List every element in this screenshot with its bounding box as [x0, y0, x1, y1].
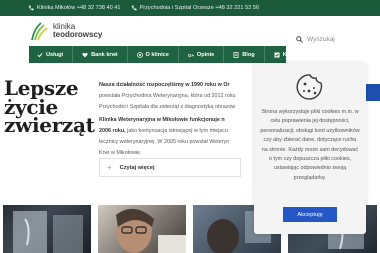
about-p1-line2: powstała Przychodnia Weterynaryjna, któr… [99, 93, 236, 99]
about-p2-line3: lecznicy weterynaryjnej. W 2005 roku pow… [99, 139, 230, 145]
logo-leaf-icon [31, 22, 48, 41]
search-placeholder: Wyszukaj [307, 35, 335, 43]
search-icon [296, 35, 303, 43]
heart-icon [82, 52, 88, 58]
document-icon [233, 51, 239, 58]
nav-label: Blog [242, 51, 255, 58]
hero-heading: Lepsze życie zwierząt [4, 78, 95, 137]
nav-item-opinie[interactable]: G+ Opinie [179, 46, 225, 63]
about-p2-line4: Krwi w Mikołowie. [99, 150, 142, 156]
cookie-message: Strona wykorzystuje pliki cookies m.in. … [260, 109, 360, 181]
nav-label: Opinie [196, 51, 215, 58]
phone-mikolow[interactable]: Klinika Mikołów +48 32 738 40 41 [28, 5, 121, 11]
google-icon: G+ [188, 52, 194, 58]
main-nav: Usługi Bank krwi O klinice G+ Opinie Blo… [29, 46, 304, 63]
about-p2-bold: Klinika Weterynaryjna w Mikołowie funkcj… [99, 117, 225, 123]
top-contact-bar: Klinika Mikołów +48 32 738 40 41 Przycho… [0, 0, 380, 16]
phone-orzesze[interactable]: Przychodnia i Szpital Orzesze +48 32 221… [131, 5, 260, 11]
about-p2-line2: jako kontynuacja istniejącej w tym miejs… [125, 128, 228, 134]
about-p1-line3: Przychodni i Szpitala dla zwierząt z dia… [99, 104, 236, 110]
read-more-button[interactable]: + Czytaj więcej [99, 158, 241, 177]
about-p2-bold2: 2006 roku, [99, 128, 126, 134]
phone-orzesze-label: Przychodnia i Szpital Orzesze +48 32 221… [139, 5, 260, 11]
hero-line3: zwierząt [4, 113, 95, 137]
logo-line2: teodorowscy [53, 30, 103, 39]
phone-icon [28, 5, 34, 11]
info-icon [136, 51, 143, 58]
read-more-label: Czytaj więcej [119, 164, 155, 171]
nav-item-uslugi[interactable]: Usługi [29, 46, 74, 63]
phone-mikolow-label: Klinika Mikołów +48 32 738 40 41 [37, 5, 121, 11]
cookie-consent-dialog: Strona wykorzystuje pliki cookies m.in. … [254, 63, 366, 234]
nav-label: Usługi [46, 51, 64, 58]
nav-label: O klinice [145, 51, 169, 58]
site-logo[interactable]: klinika teodorowscy [29, 21, 102, 41]
cookie-icon [296, 74, 323, 100]
phone-icon [131, 5, 137, 11]
about-p1-bold: Nasza działalność rozpoczęliśmy w 1990 r… [99, 82, 230, 88]
accept-cookies-button[interactable]: Akceptuję [283, 207, 337, 222]
nav-item-bank-krwi[interactable]: Bank krwi [73, 46, 128, 63]
nav-item-blog[interactable]: Blog [224, 46, 265, 63]
photo-vet-with-glasses [98, 205, 186, 253]
check-square-icon [274, 51, 280, 58]
nav-label: Bank krwi [91, 51, 118, 58]
photo-xray [3, 205, 91, 253]
nav-item-kontakt[interactable]: Kontakt [265, 46, 313, 63]
nav-label: Kontakt [282, 51, 304, 58]
plus-icon: + [107, 163, 112, 172]
nav-item-o-klinice[interactable]: O klinice [128, 46, 179, 63]
check-icon [37, 52, 43, 58]
side-tab-button[interactable] [366, 84, 380, 101]
svg-text:G+: G+ [188, 52, 194, 57]
search-box[interactable]: Wyszukaj [296, 32, 352, 46]
